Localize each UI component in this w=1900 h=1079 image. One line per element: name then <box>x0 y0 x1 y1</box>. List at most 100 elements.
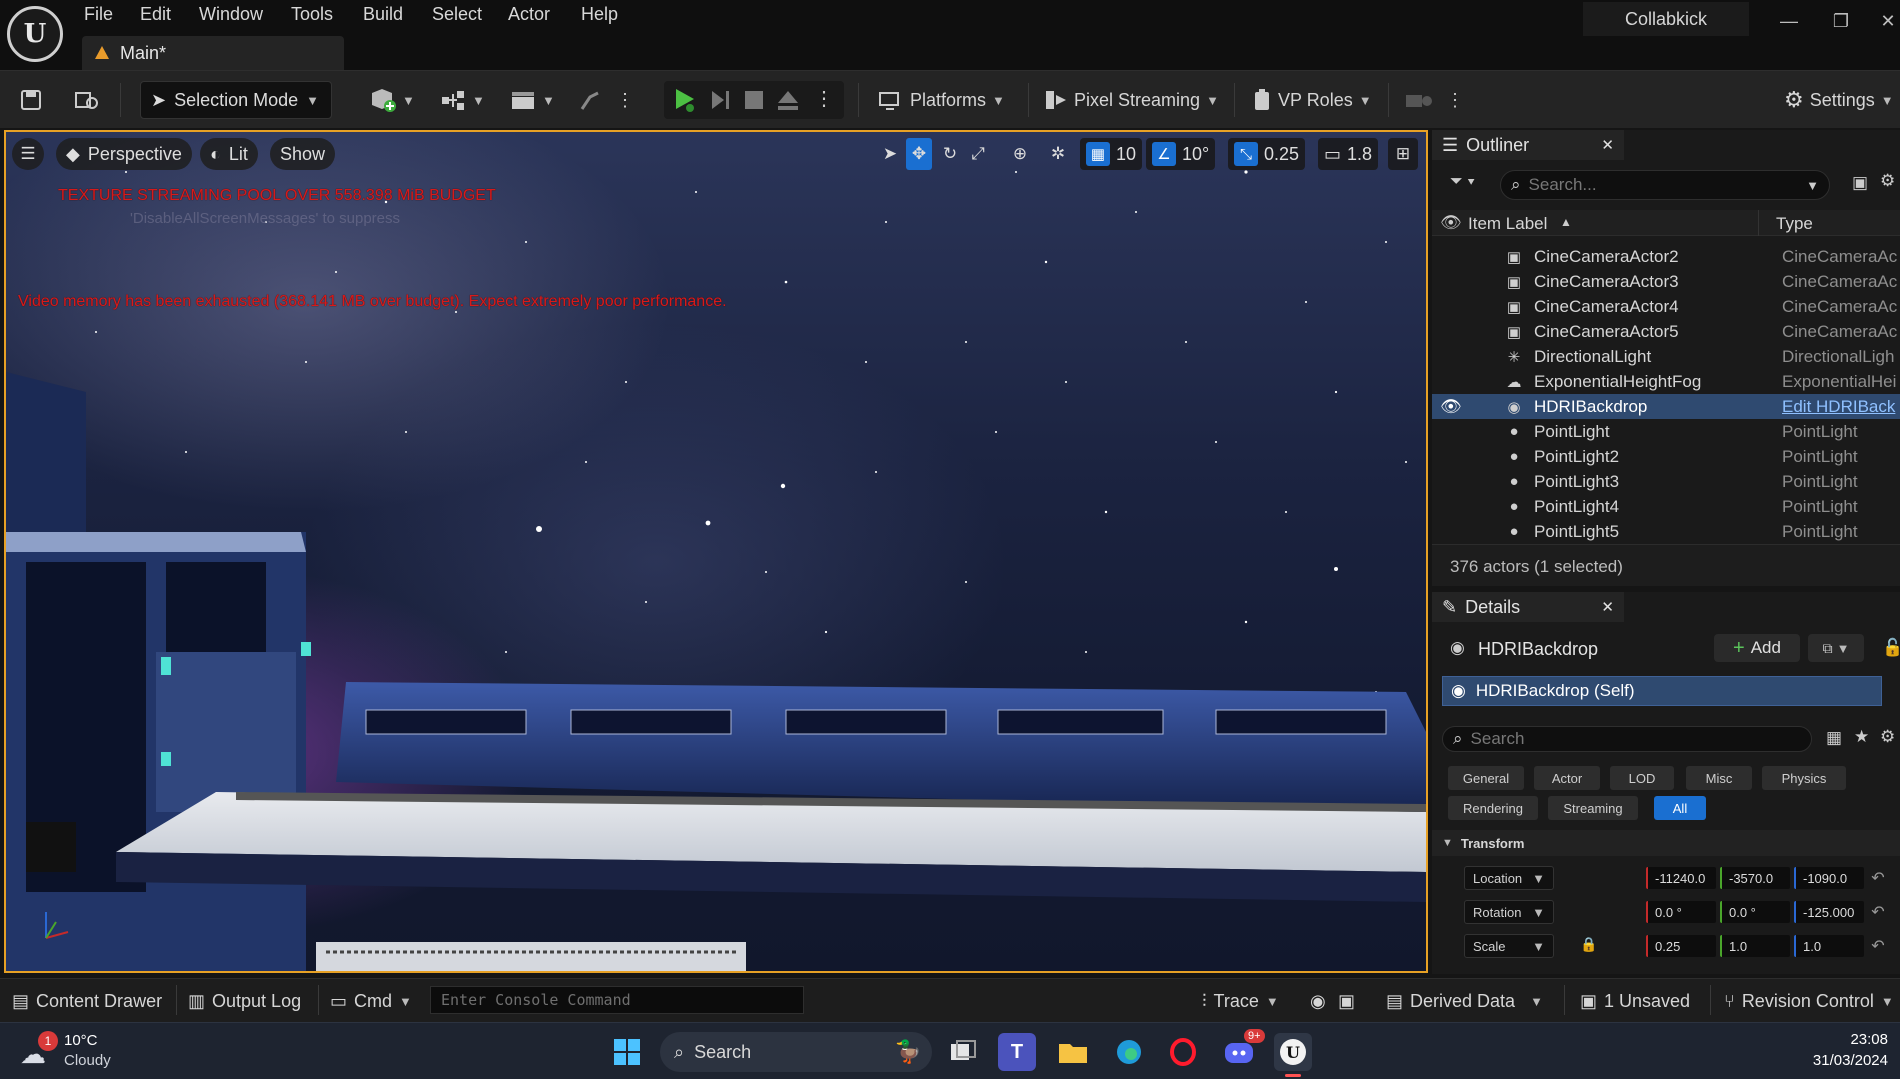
teams-icon[interactable]: T <box>998 1033 1036 1071</box>
lock-icon[interactable]: 🔓 <box>1882 638 1900 658</box>
grid-snap-button[interactable]: ▦ 10 <box>1080 138 1143 170</box>
modes-icon[interactable] <box>578 83 602 117</box>
minimize-icon[interactable]: — <box>1776 8 1802 34</box>
menu-edit[interactable]: Edit <box>140 4 171 28</box>
trace-button[interactable]: ⫶ Trace ▼ <box>1202 987 1279 1015</box>
scale-y-field[interactable]: 1.0 <box>1720 935 1790 957</box>
taskbar-search[interactable]: ⌕ Search 🦆 <box>660 1032 932 1072</box>
list-item[interactable]: ▣ CineCameraActor2 CineCameraAc <box>1432 244 1900 269</box>
scale-x-field[interactable]: 0.25 <box>1646 935 1716 957</box>
filter-icon[interactable]: ⏷ ▾ <box>1450 173 1475 191</box>
table-view-icon[interactable]: ▦ <box>1826 728 1842 748</box>
gear-icon[interactable]: ⚙ <box>1880 727 1895 747</box>
list-item[interactable]: ● PointLight4 PointLight <box>1432 494 1900 519</box>
rotation-dropdown[interactable]: Rotation ▼ <box>1464 900 1554 924</box>
filter-lod[interactable]: LOD <box>1610 766 1674 790</box>
menu-tools[interactable]: Tools <box>291 4 333 28</box>
menu-file[interactable]: File <box>84 4 113 28</box>
reset-scale-icon[interactable]: ↶ <box>1870 936 1886 956</box>
list-item-selected[interactable]: 👁 ◉ HDRIBackdrop Edit HDRIBack <box>1432 394 1900 419</box>
console-command-input[interactable]: Enter Console Command <box>430 986 804 1014</box>
browse-icon[interactable] <box>74 83 100 117</box>
edge-icon[interactable] <box>1110 1033 1148 1071</box>
menu-select[interactable]: Select <box>432 4 482 28</box>
add-actor-button[interactable]: ▼ <box>368 83 415 117</box>
weather-widget[interactable]: ☁ 1 <box>20 1031 64 1071</box>
list-item[interactable]: ● PointLight5 PointLight <box>1432 519 1900 544</box>
eject-icon[interactable] <box>776 89 800 111</box>
skip-icon[interactable] <box>708 88 732 112</box>
blueprint-options-button[interactable]: ⧉ ▼ <box>1808 634 1864 662</box>
vp-roles-button[interactable]: VP Roles ▼ <box>1252 83 1372 117</box>
camera-speed-button[interactable]: ▭ 1.8 <box>1318 138 1379 170</box>
col-type[interactable]: Type <box>1776 214 1813 234</box>
scale-tool-icon[interactable]: ⤢ <box>966 138 990 170</box>
rotation-y-field[interactable]: 0.0 ° <box>1720 901 1790 923</box>
list-item[interactable]: ▣ CineCameraActor5 CineCameraAc <box>1432 319 1900 344</box>
level-viewport[interactable]: ☰ ◆ Perspective ◐ Lit Show ➤ ✥ ↻ ⤢ ⊕ ✲ ▦… <box>4 130 1428 973</box>
translate-tool-icon[interactable]: ✥ <box>906 138 932 170</box>
play-icon[interactable] <box>672 87 698 113</box>
col-item-label[interactable]: Item Label <box>1468 214 1547 234</box>
cinematics-button[interactable]: ▼ <box>510 83 555 117</box>
selection-mode-dropdown[interactable]: ➤ Selection Mode ▼ <box>140 81 332 119</box>
camera-capture-icon[interactable]: ▣ <box>1338 987 1355 1015</box>
scale-z-field[interactable]: 1.0 <box>1794 935 1864 957</box>
rotate-tool-icon[interactable]: ↻ <box>938 138 962 170</box>
filter-rendering[interactable]: Rendering <box>1448 796 1538 820</box>
scale-snap-button[interactable]: ⤡ 0.25 <box>1228 138 1306 170</box>
visibility-icon[interactable]: 👁 <box>1440 397 1462 417</box>
pixel-streaming-button[interactable]: Pixel Streaming ▼ <box>1044 83 1219 117</box>
list-item[interactable]: ● PointLight3 PointLight <box>1432 469 1900 494</box>
outliner-search-input[interactable]: ⌕ Search... ▼ <box>1500 170 1830 200</box>
multi-user-icon[interactable] <box>1404 83 1434 117</box>
reset-rotation-icon[interactable]: ↶ <box>1870 902 1886 922</box>
play-options-icon[interactable]: ⋮ <box>814 86 834 111</box>
settings-button[interactable]: ⚙ Settings ▼ <box>1784 83 1894 117</box>
list-item[interactable]: ✳ DirectionalLight DirectionalLigh <box>1432 344 1900 369</box>
menu-actor[interactable]: Actor <box>508 4 550 28</box>
location-z-field[interactable]: -1090.0 <box>1794 867 1864 889</box>
level-tab-main[interactable]: Main* <box>82 36 344 70</box>
list-item[interactable]: ● PointLight2 PointLight <box>1432 444 1900 469</box>
world-space-icon[interactable]: ⊕ <box>1008 138 1032 170</box>
close-icon[interactable]: ✕ <box>1601 136 1614 154</box>
close-icon[interactable]: ✕ <box>1875 8 1900 34</box>
location-dropdown[interactable]: Location ▼ <box>1464 866 1554 890</box>
layout-icon[interactable]: ⊞ <box>1388 138 1418 170</box>
save-icon[interactable] <box>20 83 42 117</box>
stop-icon[interactable] <box>744 90 764 110</box>
reset-location-icon[interactable]: ↶ <box>1870 868 1886 888</box>
outliner-tab[interactable]: ☰ Outliner ✕ <box>1432 130 1624 160</box>
visibility-icon[interactable]: 👁 <box>1440 213 1462 233</box>
close-icon[interactable]: ✕ <box>1601 598 1614 616</box>
add-component-button[interactable]: + Add <box>1714 634 1800 662</box>
list-item[interactable]: ▣ CineCameraActor4 CineCameraAc <box>1432 294 1900 319</box>
file-explorer-icon[interactable] <box>1054 1033 1092 1071</box>
gear-icon[interactable]: ⚙ <box>1880 171 1895 191</box>
rotation-z-field[interactable]: -125.000 <box>1794 901 1864 923</box>
details-tab[interactable]: ✎ Details ✕ <box>1432 592 1624 622</box>
record-icon[interactable]: ◉ <box>1310 987 1326 1015</box>
filter-general[interactable]: General <box>1448 766 1524 790</box>
transform-section-header[interactable]: ▼ Transform <box>1432 830 1900 856</box>
filter-actor[interactable]: Actor <box>1534 766 1600 790</box>
unreal-taskbar-icon[interactable]: U <box>1274 1033 1312 1077</box>
menu-help[interactable]: Help <box>581 4 618 28</box>
revision-control-button[interactable]: ⑂ Revision Control ▼ <box>1724 987 1894 1015</box>
location-y-field[interactable]: -3570.0 <box>1720 867 1790 889</box>
cmd-dropdown[interactable]: ▭ Cmd ▼ <box>330 987 412 1015</box>
edit-hdri-link[interactable]: Edit HDRIBack <box>1782 397 1900 417</box>
rotation-x-field[interactable]: 0.0 ° <box>1646 901 1716 923</box>
list-item[interactable]: ▣ CineCameraActor3 CineCameraAc <box>1432 269 1900 294</box>
component-self-row[interactable]: ◉ HDRIBackdrop (Self) <box>1442 676 1882 706</box>
star-icon[interactable]: ★ <box>1854 727 1869 747</box>
derived-data-button[interactable]: ▤ Derived Data ▼ <box>1386 987 1543 1015</box>
details-search-input[interactable]: ⌕ Search <box>1442 726 1812 752</box>
perspective-button[interactable]: ◆ Perspective <box>56 138 192 170</box>
restore-icon[interactable]: ❐ <box>1828 8 1854 34</box>
list-item[interactable]: ☁ ExponentialHeightFog ExponentialHei <box>1432 369 1900 394</box>
select-tool-icon[interactable]: ➤ <box>878 138 902 170</box>
hamburger-menu-icon[interactable]: ☰ <box>12 138 44 170</box>
unreal-logo-icon[interactable]: U <box>7 6 63 62</box>
